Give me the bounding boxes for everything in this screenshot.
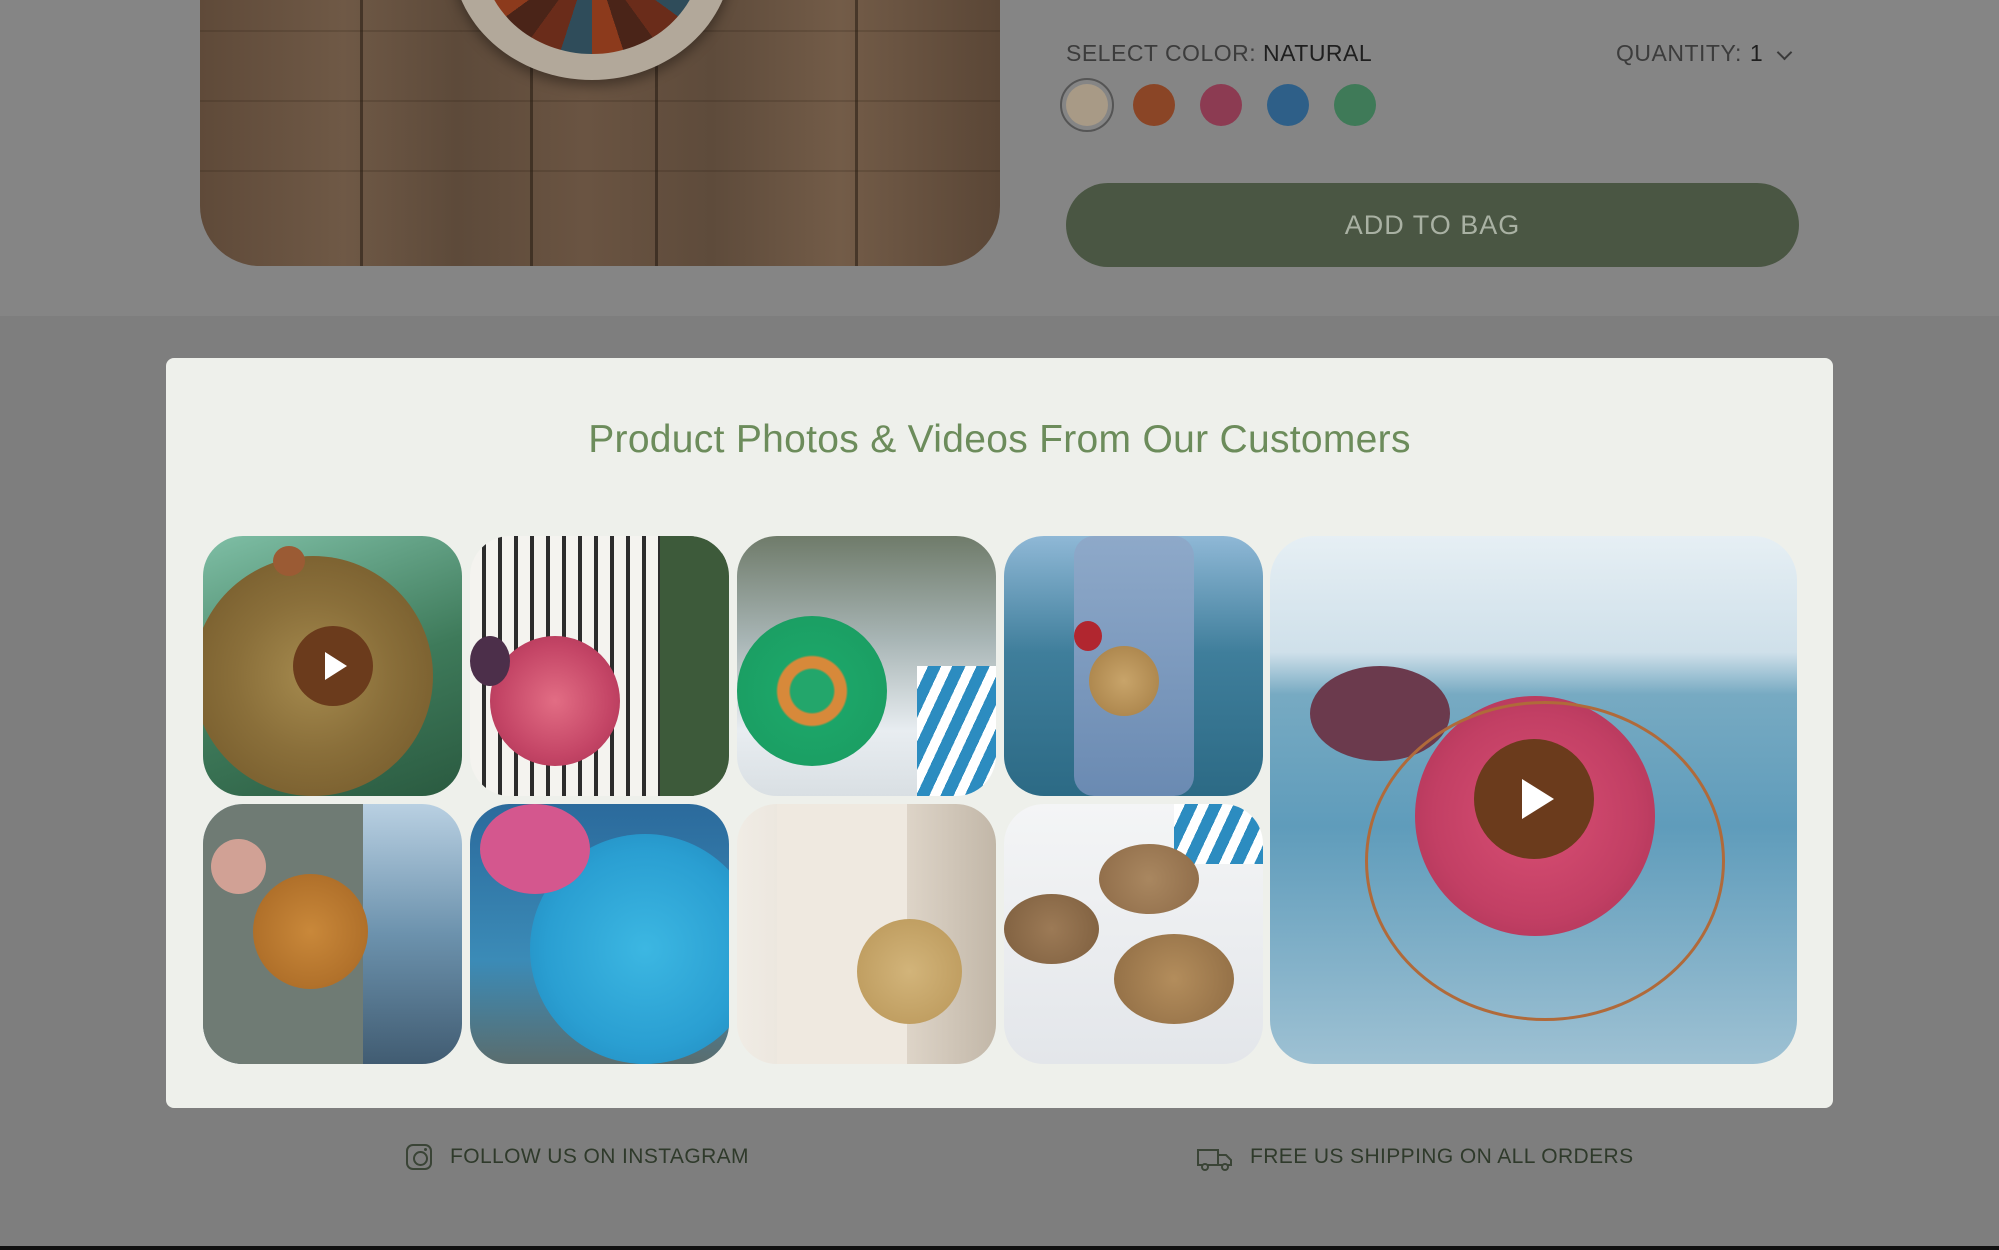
customer-photo-4[interactable] xyxy=(1004,536,1263,796)
customer-photo-8[interactable] xyxy=(1004,804,1263,1064)
bag-lid-image xyxy=(452,0,732,80)
customer-photo-1[interactable] xyxy=(203,536,462,796)
free-shipping-label: FREE US SHIPPING ON ALL ORDERS xyxy=(1250,1145,1634,1168)
swatch-pink[interactable] xyxy=(1200,84,1242,126)
swatch-rust[interactable] xyxy=(1133,84,1175,126)
customer-photo-3[interactable] xyxy=(737,536,996,796)
page-bottom-border xyxy=(0,1246,1999,1250)
instagram-icon xyxy=(404,1142,434,1172)
swatch-green[interactable] xyxy=(1334,84,1376,126)
follow-instagram-label: FOLLOW US ON INSTAGRAM xyxy=(450,1145,749,1168)
follow-instagram-link[interactable]: FOLLOW US ON INSTAGRAM xyxy=(404,1142,749,1172)
swatch-blue[interactable] xyxy=(1267,84,1309,126)
play-video-icon[interactable] xyxy=(293,626,373,706)
quantity-selector[interactable]: QUANTITY: 1 xyxy=(1616,40,1791,67)
swatch-natural[interactable] xyxy=(1060,78,1114,132)
product-options-section: SELECT COLOR: NATURAL QUANTITY: 1 ADD TO… xyxy=(0,0,1999,316)
customer-photo-7[interactable] xyxy=(737,804,996,1064)
customer-photo-6[interactable] xyxy=(470,804,729,1064)
chevron-down-icon xyxy=(1777,47,1791,61)
gallery-title: Product Photos & Videos From Our Custome… xyxy=(588,418,1411,461)
free-shipping-info: FREE US SHIPPING ON ALL ORDERS xyxy=(1196,1142,1633,1172)
truck-icon xyxy=(1196,1142,1234,1172)
selected-color-value: NATURAL xyxy=(1263,40,1373,66)
color-swatches xyxy=(1060,78,1376,132)
add-to-bag-button[interactable]: ADD TO BAG xyxy=(1066,183,1799,267)
play-video-icon[interactable] xyxy=(1474,739,1594,859)
select-color-label: SELECT COLOR: NATURAL xyxy=(1066,40,1373,66)
customer-photo-2[interactable] xyxy=(470,536,729,796)
quantity-value: 1 xyxy=(1749,40,1764,66)
customer-photo-featured[interactable] xyxy=(1270,536,1797,1064)
customer-gallery-modal: Product Photos & Videos From Our Custome… xyxy=(166,358,1833,1108)
customer-photo-5[interactable] xyxy=(203,804,462,1064)
product-image[interactable] xyxy=(200,0,1000,266)
